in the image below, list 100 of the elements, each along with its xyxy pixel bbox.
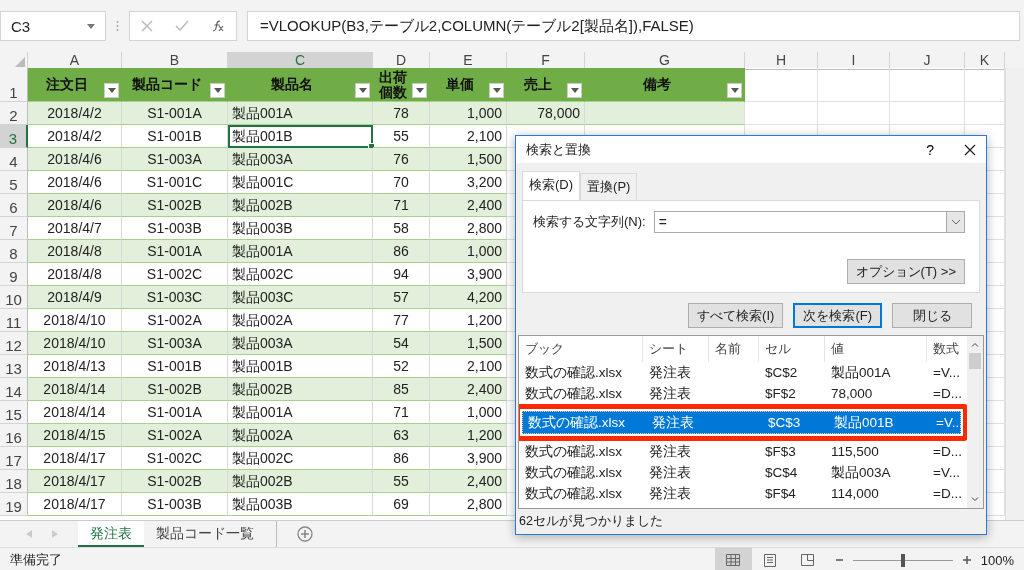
sheet-tab[interactable]: 製品コード一覧 <box>144 521 266 547</box>
list-column-header[interactable]: シート <box>643 336 709 362</box>
result-row[interactable]: 数式の確認.xlsx 発注表 $C$4 製品003A =V... <box>519 462 966 483</box>
filter-button[interactable] <box>104 83 119 98</box>
filter-button[interactable] <box>210 83 225 98</box>
dropdown-button[interactable] <box>946 212 964 233</box>
row-header[interactable]: 9 <box>0 263 28 286</box>
list-scrollbar[interactable] <box>967 336 983 508</box>
dialog-button[interactable]: すべて検索(I) <box>688 303 784 328</box>
list-column-header[interactable]: 名前 <box>709 336 759 362</box>
header-label: 製品名 <box>271 77 313 92</box>
table-cell: 55 <box>373 470 430 493</box>
list-column-header[interactable]: ブック <box>519 336 643 362</box>
result-row[interactable]: 数式の確認.xlsx 発注表 $F$3 115,500 =D... <box>519 441 966 462</box>
result-count: 62セルが見つかりました <box>519 514 663 528</box>
dialog-tab[interactable]: 検索(D) <box>522 171 581 201</box>
header-label: 出荷個数 <box>378 69 408 100</box>
table-cell: 63 <box>373 424 430 447</box>
result-cell-text: 数式の確認.xlsx <box>527 413 626 432</box>
result-cell-text: $F$3 <box>764 444 797 459</box>
zoom-slider-thumb[interactable] <box>900 553 905 567</box>
row-header[interactable]: 1 <box>0 68 28 102</box>
result-row[interactable]: 数式の確認.xlsx 発注表 $C$3 製品001B =V... <box>522 411 961 434</box>
row-header[interactable]: 2 <box>0 102 28 125</box>
result-cell-text: 発注表 <box>651 413 695 432</box>
row-header[interactable]: 15 <box>0 401 28 424</box>
table-cell: 1,500 <box>430 332 507 355</box>
formula-field[interactable]: =VLOOKUP(B3,テーブル2,COLUMN(テーブル2[製品名]),FALSE) <box>247 11 1020 41</box>
result-row[interactable]: 数式の確認.xlsx 発注表 $C$2 製品001A =V... <box>519 362 966 383</box>
list-column-header[interactable]: 値 <box>825 336 927 362</box>
row-header[interactable]: 14 <box>0 378 28 401</box>
caret-icon <box>358 88 367 93</box>
row-header[interactable]: 7 <box>0 217 28 240</box>
view-button[interactable] <box>714 548 752 570</box>
table-cell: 76 <box>373 148 430 171</box>
row-header[interactable]: 19 <box>0 493 28 516</box>
filter-button[interactable] <box>727 83 742 98</box>
result-row[interactable]: 数式の確認.xlsx 発注表 $F$4 114,000 =D... <box>519 483 966 504</box>
column-header[interactable]: H <box>745 52 818 70</box>
vertical-scrollbar[interactable] <box>1005 68 1024 520</box>
row-header[interactable]: 11 <box>0 309 28 332</box>
table-cell: 2018/4/2 <box>28 102 122 125</box>
filter-button[interactable] <box>567 83 582 98</box>
row-header[interactable]: 18 <box>0 470 28 493</box>
filter-button[interactable] <box>355 83 370 98</box>
filter-button[interactable] <box>489 83 504 98</box>
dialog-button[interactable]: 次を検索(F) <box>793 303 882 328</box>
row-header[interactable]: 10 <box>0 286 28 309</box>
result-cell-text: =V... <box>932 465 961 480</box>
row-header[interactable]: 5 <box>0 171 28 194</box>
dialog-title: 検索と置換 <box>526 140 591 159</box>
table-cell: S1-003A <box>122 332 228 355</box>
name-box[interactable]: C3 <box>0 11 106 41</box>
table-cell: S1-002B <box>122 470 228 493</box>
table-cell: 2,800 <box>430 493 507 516</box>
caret-icon <box>730 88 739 93</box>
table-cell: 1,000 <box>430 102 507 125</box>
grid-view-icon <box>726 554 741 566</box>
row-header[interactable]: 3 <box>0 125 28 148</box>
table-cell: 2018/4/17 <box>28 493 122 516</box>
caret-icon <box>415 88 424 93</box>
table-cell: 78,000 <box>507 102 585 125</box>
dialog-tab[interactable]: 置換(P) <box>580 173 638 201</box>
result-cell-text: =V... <box>935 415 964 430</box>
column-header[interactable]: K <box>965 52 1005 70</box>
result-cell-text: 発注表 <box>648 363 692 382</box>
function-icon[interactable] <box>211 20 225 32</box>
table-cell: 54 <box>373 332 430 355</box>
column-header[interactable]: I <box>818 52 890 70</box>
row-header[interactable]: 8 <box>0 240 28 263</box>
add-sheet-icon[interactable] <box>297 526 313 542</box>
result-cell-text: 数式の確認.xlsx <box>524 363 623 382</box>
row-header[interactable]: 4 <box>0 148 28 171</box>
row-header[interactable]: 17 <box>0 447 28 470</box>
dialog-button[interactable]: 閉じる <box>892 303 972 328</box>
table-cell: 78 <box>373 102 430 125</box>
close-icon[interactable] <box>964 143 976 156</box>
table-cell: 57 <box>373 286 430 309</box>
table-cell: 製品002B <box>228 194 373 217</box>
find-field[interactable]: = <box>653 211 965 234</box>
result-row[interactable]: 数式の確認.xlsx 発注表 $F$2 78,000 =D... <box>519 383 966 404</box>
header-label: 備考 <box>642 77 671 92</box>
check-icon[interactable] <box>175 20 189 32</box>
row-header[interactable]: 12 <box>0 332 28 355</box>
list-column-header[interactable]: セル <box>759 336 825 362</box>
result-cell-text: =D... <box>932 486 963 501</box>
table-cell: 2,400 <box>430 194 507 217</box>
zoom-in-icon[interactable] <box>962 556 971 564</box>
scroll-thumb[interactable] <box>969 353 981 369</box>
row-header[interactable]: 6 <box>0 194 28 217</box>
row-header[interactable]: 13 <box>0 355 28 378</box>
options-button[interactable]: オプション(T) >> <box>846 259 965 284</box>
table-cell: 1,000 <box>430 240 507 263</box>
filter-button[interactable] <box>412 83 427 98</box>
help-button[interactable]: ? <box>926 141 934 158</box>
zoom-level: 100% <box>980 552 1014 568</box>
row-header[interactable]: 16 <box>0 424 28 447</box>
column-header[interactable]: J <box>890 52 965 70</box>
table-cell: 2018/4/15 <box>28 424 122 447</box>
sheet-tab[interactable]: 発注表 <box>78 521 144 547</box>
